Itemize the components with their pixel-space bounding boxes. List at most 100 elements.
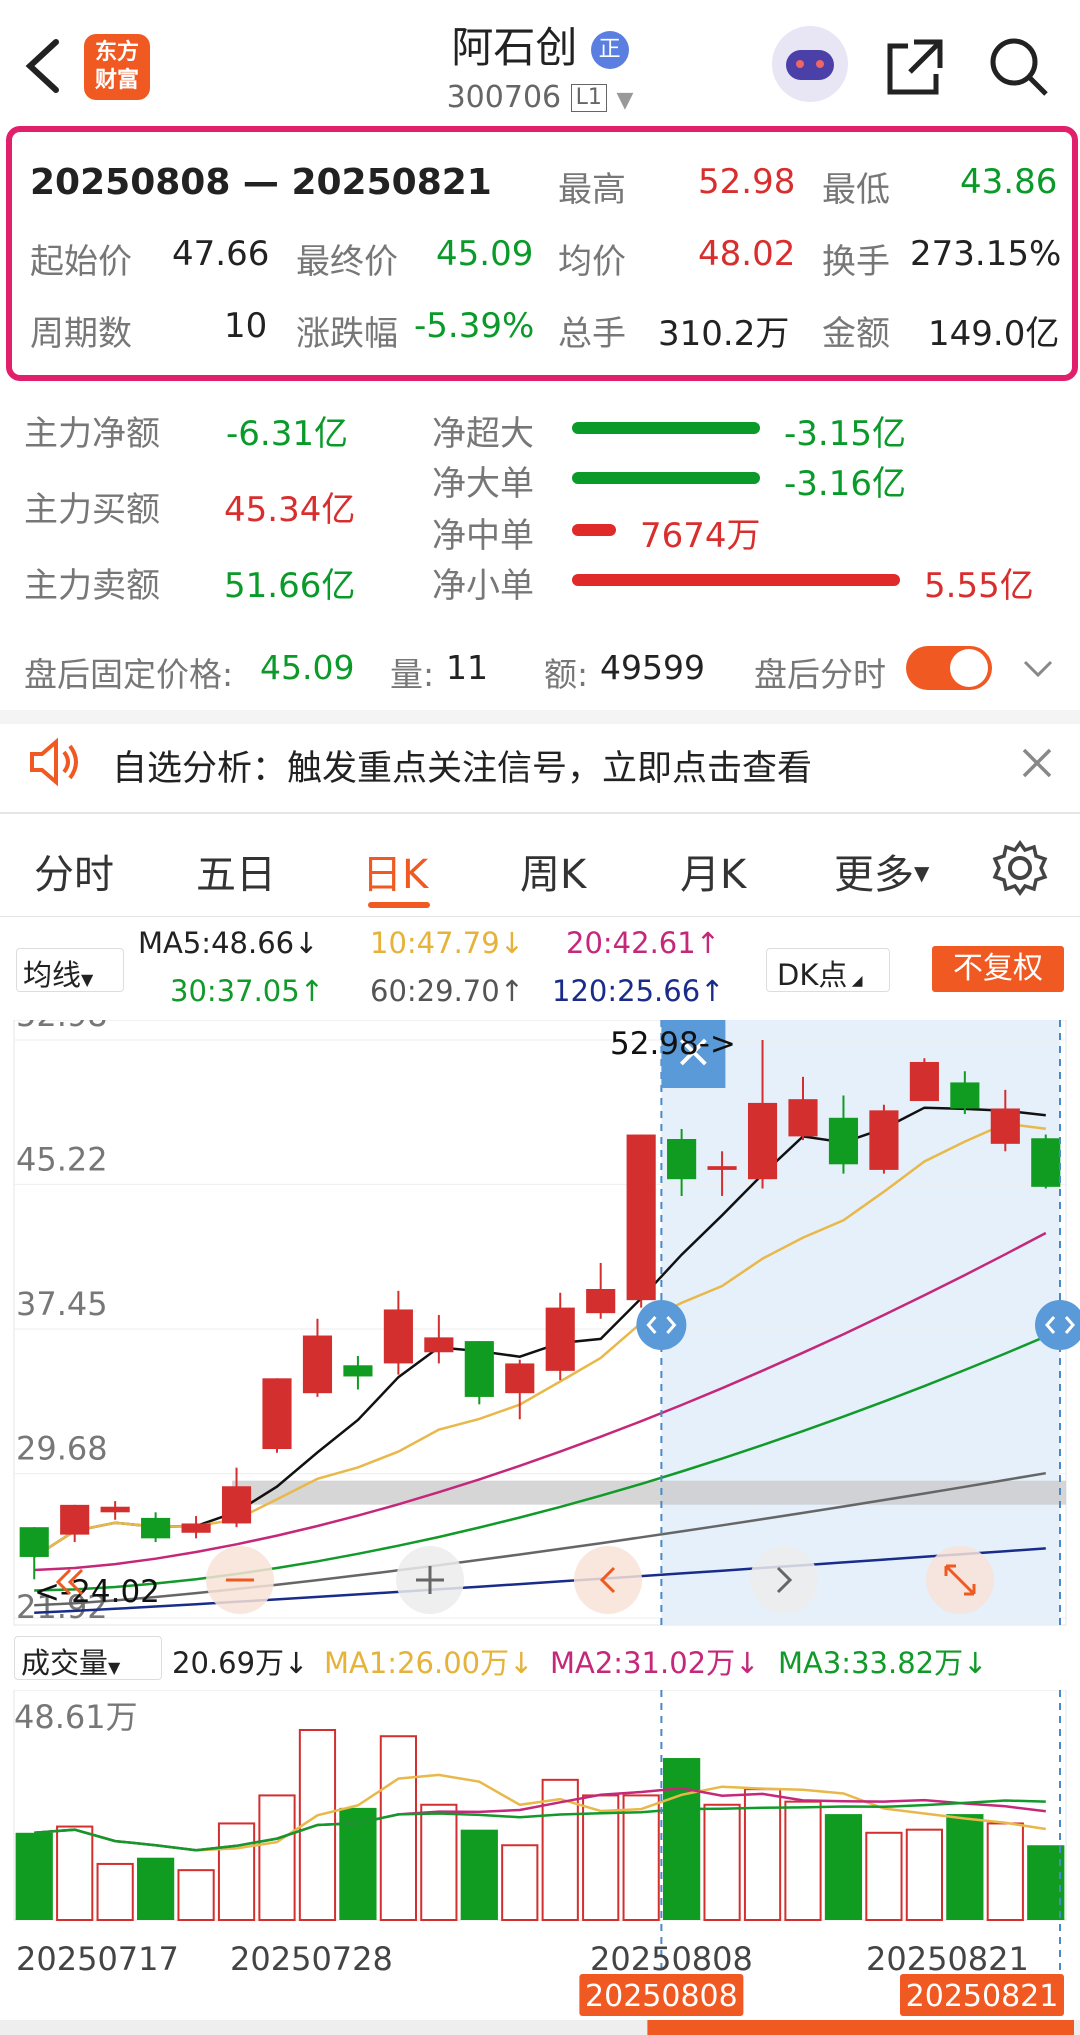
after-hours-label: 盘后固定价格: xyxy=(24,655,234,694)
assistant-robot-icon[interactable] xyxy=(772,26,848,102)
date-label: 20250808 xyxy=(590,1940,753,1978)
indicator-select[interactable]: 均线▼ xyxy=(16,948,124,992)
y-tick-label: 52.98 xyxy=(16,1020,108,1034)
range-date-text: 20250808 xyxy=(585,1979,738,2014)
dk-label: DK点 xyxy=(777,958,848,992)
after-hours-toggle-label: 盘后分时 xyxy=(754,655,886,694)
stock-code: 300706 xyxy=(446,80,562,115)
candle-body xyxy=(383,1309,413,1364)
candlestick-chart[interactable]: 52.9845.2237.4529.6821.9252.98-><-24.02 xyxy=(0,1020,1080,1630)
level-badge: L1 xyxy=(570,84,607,112)
volume-bar xyxy=(379,1735,417,1921)
volume-bar xyxy=(865,1831,903,1921)
chevron-down-icon[interactable] xyxy=(1022,658,1054,680)
candle-body xyxy=(869,1110,899,1170)
volume-indicator-select[interactable]: 成交量▼ xyxy=(14,1636,162,1680)
flow-bar-large xyxy=(572,472,760,484)
candle-body xyxy=(545,1307,575,1371)
volume-bar xyxy=(15,1832,53,1920)
qty-value: 11 xyxy=(446,648,488,687)
gear-icon[interactable] xyxy=(992,840,1048,896)
low-value: 43.86 xyxy=(960,162,1058,202)
volume-bar xyxy=(824,1814,863,1920)
buy-value: 45.34亿 xyxy=(224,490,356,530)
adjust-button[interactable]: 不复权 xyxy=(932,946,1064,992)
share-icon[interactable] xyxy=(884,36,946,98)
notice-text: 自选分析：触发重点关注信号，立即点击查看 xyxy=(112,749,813,789)
open-value: 47.66 xyxy=(172,234,270,274)
tab-weekly-k[interactable]: 周K xyxy=(520,842,586,900)
active-tab-indicator xyxy=(368,902,430,908)
change-label: 涨跌幅 xyxy=(296,314,398,354)
indicator-select-label: 均线 xyxy=(23,958,82,992)
close-label: 最终价 xyxy=(296,242,398,282)
volume-bar xyxy=(217,1822,256,1922)
candle-body xyxy=(828,1117,859,1165)
volume-bar xyxy=(905,1828,943,1921)
scroll-thumb xyxy=(647,2020,1074,2035)
badge-zheng: 正 xyxy=(590,31,629,69)
candle-body xyxy=(100,1506,130,1513)
flow-bar-xl xyxy=(572,422,760,434)
volume-max-label: 48.61万 xyxy=(14,1698,138,1736)
amt-label: 额: xyxy=(544,655,589,694)
support-band xyxy=(232,1480,1066,1505)
tab-more[interactable]: 更多▼ xyxy=(834,842,929,900)
ma20-value: 20:42.61↑ xyxy=(566,926,720,960)
dk-point-select[interactable]: DK点 ◢ xyxy=(766,948,890,992)
candle-body xyxy=(60,1504,90,1535)
date-label: 20250717 xyxy=(16,1940,179,1978)
date-label: 20250821 xyxy=(866,1940,1029,1978)
flow-row-label: 净大单 xyxy=(432,464,534,504)
range-handle-icon xyxy=(636,1300,687,1350)
ma120-value: 120:25.66↑ xyxy=(552,974,725,1008)
tab-five-day[interactable]: 五日 xyxy=(196,842,276,900)
volume-current: 20.69万↓ xyxy=(172,1646,309,1680)
volume-bar xyxy=(258,1794,296,1921)
volume-bar xyxy=(177,1869,215,1922)
candle-body xyxy=(424,1337,454,1353)
net-label: 主力净额 xyxy=(24,414,160,454)
candle-body xyxy=(747,1102,778,1180)
vol-ma3: MA3:33.82万↓ xyxy=(778,1646,988,1680)
flow-value-large: -3.16亿 xyxy=(784,464,906,504)
volume-bar xyxy=(622,1794,660,1921)
control-bg xyxy=(574,1546,642,1614)
candle-body xyxy=(667,1139,697,1180)
volume-bar xyxy=(703,1803,741,1921)
volume-bar xyxy=(460,1829,498,1920)
low-marker: <-24.02 xyxy=(34,1574,160,1610)
volume-bar xyxy=(137,1857,175,1920)
flow-value-xl: -3.15亿 xyxy=(784,414,906,454)
after-hours-toggle[interactable] xyxy=(906,646,992,690)
buy-label: 主力买额 xyxy=(24,490,160,530)
ma5-value: MA5:48.66↓ xyxy=(138,926,319,960)
vol-ma2: MA2:31.02万↓ xyxy=(550,1646,760,1680)
tab-minute[interactable]: 分时 xyxy=(34,842,114,900)
tab-daily-k[interactable]: 日K xyxy=(362,842,428,900)
search-icon[interactable] xyxy=(988,36,1050,98)
flow-row-label: 净中单 xyxy=(432,516,534,556)
candle-body xyxy=(221,1486,252,1524)
high-marker: 52.98-> xyxy=(610,1026,736,1062)
sell-value: 51.66亿 xyxy=(224,566,356,606)
tab-monthly-k[interactable]: 月K xyxy=(680,842,746,900)
candle-body xyxy=(141,1517,171,1539)
candle-body xyxy=(343,1365,373,1377)
handle-circle xyxy=(636,1300,687,1350)
volume-select-label: 成交量 xyxy=(21,1646,109,1680)
flow-bar-medium xyxy=(572,524,616,536)
low-label: 最低 xyxy=(822,170,890,210)
avg-value: 48.02 xyxy=(698,234,796,274)
close-icon[interactable] xyxy=(1020,746,1054,780)
date-label: 20250728 xyxy=(230,1940,393,1978)
volume-bar xyxy=(56,1825,94,1921)
candle-body xyxy=(262,1378,292,1450)
candle-body xyxy=(990,1108,1020,1144)
volume-chart[interactable]: 48.61万 20250717 20250728 20250808 20250821 20… xyxy=(0,1690,1080,2035)
vol-ma1: MA1:26.00万↓ xyxy=(324,1646,534,1680)
chev-right-control-icon xyxy=(750,1546,818,1614)
divider xyxy=(0,916,1080,917)
candle-body xyxy=(586,1288,616,1314)
volume-value: 310.2万 xyxy=(658,314,790,354)
